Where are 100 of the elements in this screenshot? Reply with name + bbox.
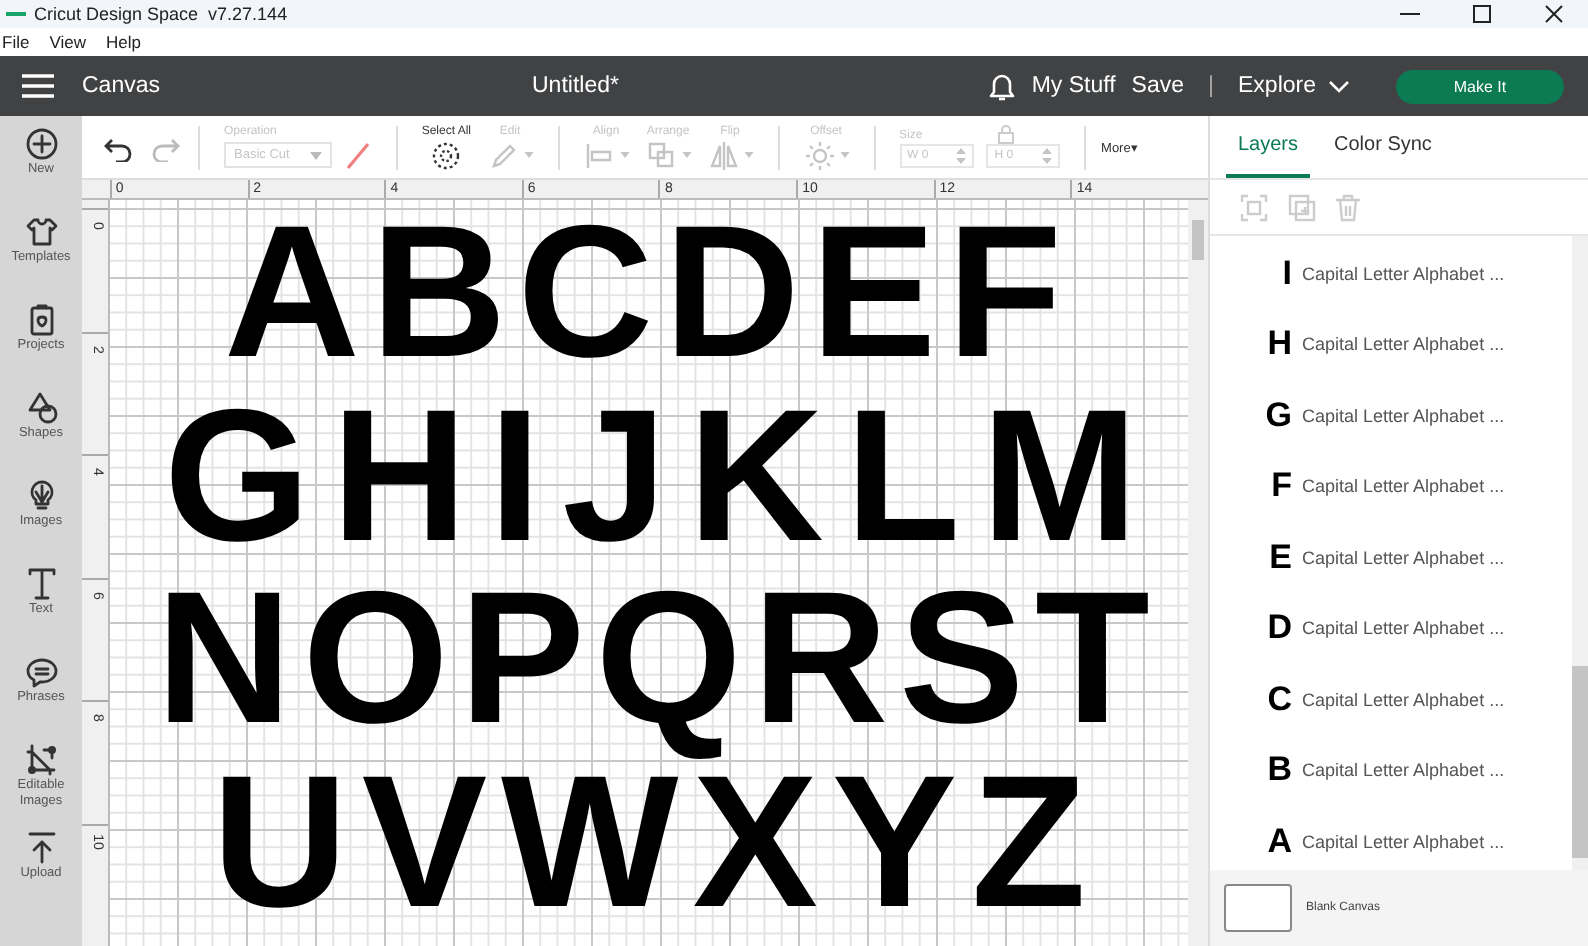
group-icon[interactable] bbox=[1240, 193, 1268, 221]
layer-thumbnail: D bbox=[1265, 608, 1294, 649]
layer-thumbnail: E bbox=[1267, 537, 1294, 578]
make-it-button[interactable]: Make It bbox=[1396, 69, 1564, 103]
close-icon[interactable] bbox=[1544, 4, 1564, 24]
letter-shape[interactable]: L bbox=[843, 397, 963, 578]
upload-icon bbox=[23, 830, 59, 866]
document-title: Untitled* bbox=[532, 74, 619, 98]
layer-row[interactable]: E Capital Letter Alphabet ... bbox=[1210, 522, 1572, 593]
letter-shape[interactable]: Z bbox=[969, 764, 1088, 945]
blank-canvas-swatch[interactable] bbox=[1224, 884, 1292, 932]
layer-name: Capital Letter Alphabet ... bbox=[1302, 547, 1505, 568]
layer-row[interactable]: C Capital Letter Alphabet ... bbox=[1210, 664, 1572, 735]
layer-name: Capital Letter Alphabet ... bbox=[1302, 405, 1505, 426]
pencil-icon bbox=[487, 139, 520, 171]
layer-name: Capital Letter Alphabet ... bbox=[1302, 476, 1505, 497]
explore-menu[interactable]: Explore bbox=[1238, 74, 1350, 98]
layer-thumbnail: A bbox=[1265, 821, 1294, 862]
layer-row[interactable]: F Capital Letter Alphabet ... bbox=[1210, 451, 1572, 522]
layer-name: Capital Letter Alphabet ... bbox=[1302, 618, 1505, 639]
layer-thumbnail: I bbox=[1280, 253, 1294, 294]
menu-item[interactable]: View bbox=[47, 32, 88, 52]
layer-row[interactable]: I Capital Letter Alphabet ... bbox=[1210, 238, 1572, 309]
letter-shape[interactable]: F bbox=[945, 213, 1064, 394]
section-title: Canvas bbox=[82, 74, 160, 98]
layer-name: Capital Letter Alphabet ... bbox=[1302, 334, 1505, 355]
layer-thumbnail: C bbox=[1265, 679, 1294, 720]
layer-name: Capital Letter Alphabet ... bbox=[1302, 831, 1505, 852]
shapes-icon bbox=[23, 390, 59, 426]
layer-row[interactable]: B Capital Letter Alphabet ... bbox=[1210, 735, 1572, 806]
scrollbar[interactable] bbox=[1188, 200, 1208, 946]
letter-shape[interactable]: X bbox=[690, 764, 820, 945]
plus-circle-icon bbox=[23, 126, 59, 162]
stepper-icon bbox=[1041, 147, 1052, 163]
lock-icon[interactable] bbox=[997, 123, 1014, 143]
bell-icon[interactable] bbox=[987, 71, 1016, 101]
maximize-icon[interactable] bbox=[1472, 4, 1492, 24]
letter-shape[interactable]: C bbox=[515, 213, 656, 394]
caret-icon bbox=[309, 151, 322, 159]
trash-icon[interactable] bbox=[1336, 193, 1360, 221]
window-title: Cricut Design Space v7.27.144 bbox=[34, 4, 288, 24]
arrange-icon bbox=[645, 139, 678, 171]
menu-item[interactable]: File bbox=[0, 32, 32, 52]
layer-thumbnail: H bbox=[1265, 324, 1294, 365]
layer-row[interactable]: G Capital Letter Alphabet ... bbox=[1210, 380, 1572, 451]
letter-shape[interactable]: B bbox=[368, 213, 509, 394]
letter-shape[interactable]: H bbox=[329, 397, 470, 578]
chevron-down-icon bbox=[1328, 79, 1350, 93]
letter-shape[interactable]: R bbox=[750, 580, 891, 761]
letter-shape[interactable]: U bbox=[210, 764, 350, 945]
letter-shape[interactable]: J bbox=[560, 397, 669, 578]
layer-thumbnail: F bbox=[1269, 466, 1294, 507]
letter-shape[interactable]: A bbox=[222, 213, 362, 394]
panel-tab[interactable]: Color Sync bbox=[1322, 116, 1444, 178]
letter-shape[interactable]: G bbox=[162, 397, 313, 578]
pen-color-icon[interactable] bbox=[343, 139, 372, 171]
menu-icon[interactable] bbox=[22, 74, 54, 98]
letter-shape[interactable]: D bbox=[662, 213, 802, 394]
text-icon bbox=[23, 566, 59, 602]
letter-shape[interactable]: W bbox=[499, 764, 681, 945]
letter-shape[interactable]: O bbox=[300, 580, 451, 761]
layer-thumbnail: G bbox=[1263, 395, 1294, 436]
undo-icon[interactable] bbox=[102, 133, 134, 161]
caret-icon bbox=[523, 152, 534, 158]
flip-icon bbox=[707, 139, 740, 171]
caret-icon bbox=[743, 152, 754, 158]
speech-bubble-icon bbox=[23, 654, 59, 690]
letter-shape[interactable]: E bbox=[808, 213, 939, 394]
letter-shape[interactable]: V bbox=[359, 764, 490, 945]
layer-row[interactable]: H Capital Letter Alphabet ... bbox=[1210, 309, 1572, 380]
letter-shape[interactable]: T bbox=[1033, 580, 1152, 761]
layer-row[interactable]: A Capital Letter Alphabet ... bbox=[1210, 806, 1572, 877]
shirt-icon bbox=[23, 214, 59, 250]
header-link[interactable]: Save bbox=[1131, 74, 1184, 98]
align-icon bbox=[583, 139, 616, 171]
letter-shape[interactable]: Q bbox=[593, 580, 744, 761]
caret-icon bbox=[681, 152, 692, 158]
stepper-icon bbox=[956, 147, 967, 163]
app-logo-icon bbox=[6, 10, 26, 18]
design-canvas[interactable]: ABCDEF G H IJ KL M NOPQRST UVWXYZ bbox=[110, 200, 1188, 946]
letter-shape[interactable]: I bbox=[486, 397, 543, 578]
layer-name: Capital Letter Alphabet ... bbox=[1302, 689, 1505, 710]
layer-thumbnail: B bbox=[1265, 750, 1294, 791]
letter-shape[interactable]: K bbox=[686, 397, 826, 578]
layer-name: Capital Letter Alphabet ... bbox=[1302, 760, 1505, 781]
panel-tab[interactable]: Layers bbox=[1226, 116, 1311, 178]
caret-icon bbox=[839, 152, 850, 158]
header-link[interactable]: My Stuff bbox=[1031, 74, 1116, 98]
duplicate-icon[interactable] bbox=[1288, 193, 1316, 221]
edit-shape-icon bbox=[23, 742, 59, 778]
letter-shape[interactable]: P bbox=[457, 580, 587, 761]
layer-row[interactable]: D Capital Letter Alphabet ... bbox=[1210, 593, 1572, 664]
redo-icon[interactable] bbox=[150, 133, 182, 161]
header-separator: | bbox=[1208, 74, 1214, 98]
letter-shape[interactable]: S bbox=[896, 580, 1027, 761]
letter-shape[interactable]: N bbox=[154, 580, 294, 761]
scrollbar[interactable] bbox=[1572, 236, 1588, 870]
letter-shape[interactable]: M bbox=[979, 397, 1140, 578]
letter-shape[interactable]: Y bbox=[829, 764, 960, 945]
menu-item[interactable]: Help bbox=[103, 32, 143, 52]
